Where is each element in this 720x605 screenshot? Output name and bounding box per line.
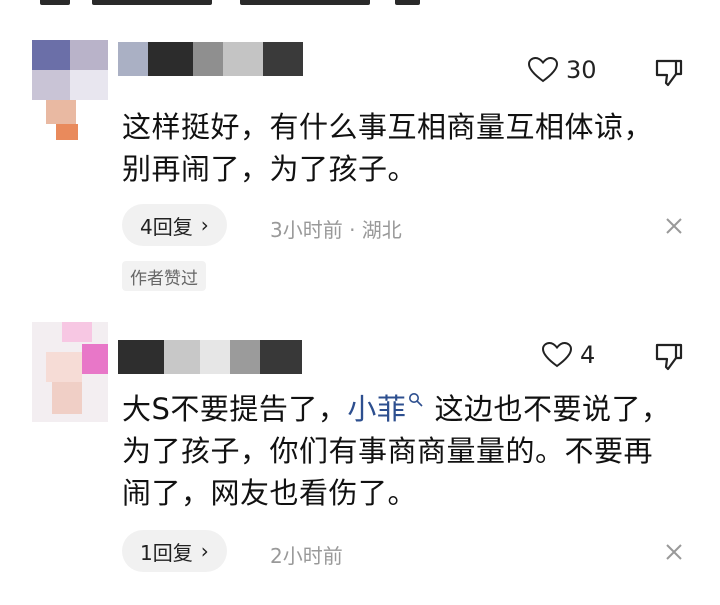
thumbs-down-icon[interactable] (654, 58, 684, 88)
cropped-previous-content (0, 0, 720, 10)
like-button[interactable]: 4 (542, 341, 595, 369)
comment-text: 这样挺好，有什么事互相商量互相体谅，别再闹了，为了孩子。 (122, 110, 654, 186)
reply-label: 4回复 (140, 214, 193, 239)
chevron-right-icon: › (200, 213, 209, 237)
like-count: 30 (566, 56, 597, 84)
thumbs-down-icon[interactable] (654, 342, 684, 372)
comment-meta: 3小时前 · 湖北 (270, 218, 402, 242)
search-icon[interactable] (408, 392, 424, 408)
avatar[interactable] (32, 322, 108, 422)
reply-button[interactable]: 1回复 › (122, 530, 227, 572)
close-icon[interactable] (664, 542, 684, 562)
comment-text: 大S不要提告了，小菲 这边也不要说了，为了孩子，你们有事商商量量的。不要再闹了，网… (122, 388, 682, 514)
reply-button[interactable]: 4回复 › (122, 204, 227, 246)
username-blurred[interactable] (118, 42, 303, 76)
like-button[interactable]: 30 (528, 56, 597, 84)
close-icon[interactable] (664, 216, 684, 236)
avatar[interactable] (32, 40, 108, 140)
like-count: 4 (580, 341, 596, 369)
heart-outline-icon (542, 342, 572, 368)
comment-text-before: 大S不要提告了， (122, 392, 348, 426)
author-liked-badge: 作者赞过 (122, 261, 206, 291)
comment-meta: 2小时前 (270, 544, 343, 568)
heart-outline-icon (528, 57, 558, 83)
chevron-right-icon: › (200, 539, 209, 563)
mention-link[interactable]: 小菲 (347, 392, 406, 426)
username-blurred[interactable] (118, 340, 302, 374)
reply-label: 1回复 (140, 540, 193, 565)
